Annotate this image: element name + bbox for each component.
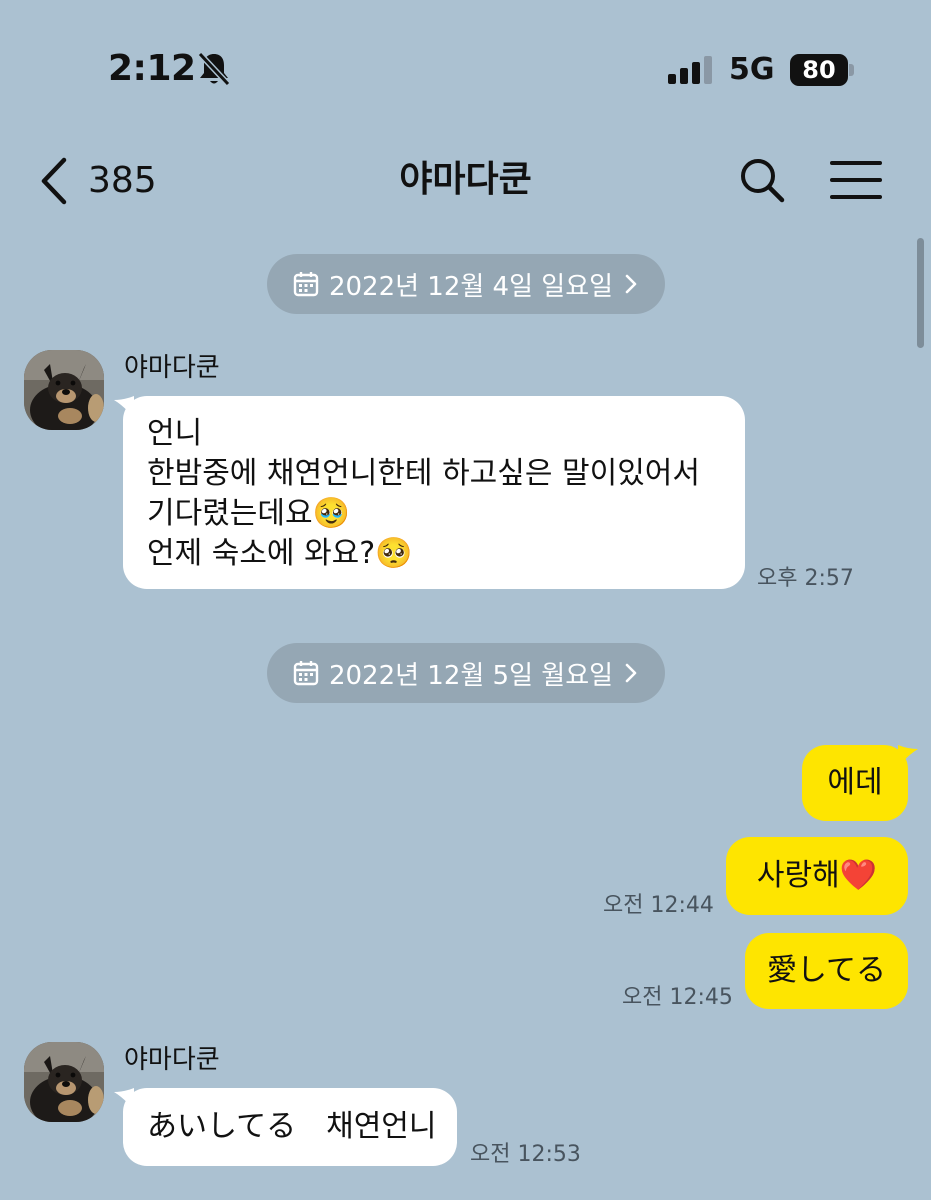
sender-name: 야마다쿤 xyxy=(124,353,220,383)
avatar[interactable] xyxy=(24,1042,104,1122)
menu-icon[interactable] xyxy=(828,158,884,202)
battery-icon: 80 xyxy=(790,54,854,86)
signal-icon xyxy=(668,56,712,84)
sender-name: 야마다쿤 xyxy=(124,1045,220,1075)
message-time: 오전 12:45 xyxy=(622,985,733,1010)
dog-photo xyxy=(24,350,104,430)
battery-level: 80 xyxy=(790,54,848,86)
avatar[interactable] xyxy=(24,350,104,430)
bell-muted-icon xyxy=(197,51,231,87)
date-label: 2022년 12월 5일 월요일 xyxy=(328,660,614,691)
calendar-icon xyxy=(293,661,319,686)
dog-photo xyxy=(24,1042,104,1122)
search-icon[interactable] xyxy=(738,156,786,204)
chat-title: 야마다쿤 xyxy=(399,159,532,200)
message-line: 언니 xyxy=(147,416,203,451)
message-line: 기다렸는데요🥹 xyxy=(147,496,350,531)
message-text: 에데 xyxy=(827,765,883,800)
message-time: 오전 12:44 xyxy=(603,893,714,918)
date-divider[interactable]: 2022년 12월 5일 월요일 xyxy=(267,643,665,703)
message-bubble[interactable]: 언니 한밤중에 채연언니한테 하고싶은 말이있어서 기다렸는데요🥹 언제 숙소에… xyxy=(123,396,745,589)
chevron-right-icon xyxy=(625,663,637,683)
bubble-tail xyxy=(898,745,918,767)
message-time: 오전 12:53 xyxy=(470,1142,581,1167)
status-time: 2:12 xyxy=(108,48,196,89)
message-text: 愛してる xyxy=(766,953,887,988)
message-bubble[interactable]: 愛してる xyxy=(745,933,908,1009)
message-line: 한밤중에 채연언니한테 하고싶은 말이있어서 xyxy=(147,456,701,491)
message-text: あいしてる 채연언니 xyxy=(147,1109,437,1144)
message-line: 언제 숙소에 와요?🥺 xyxy=(147,536,413,571)
message-bubble[interactable]: 에데 xyxy=(802,745,908,821)
message-bubble[interactable]: 사랑해❤️ xyxy=(726,837,908,915)
scrollbar[interactable] xyxy=(917,238,924,348)
message-time: 오후 2:57 xyxy=(757,566,854,591)
network-type: 5G xyxy=(729,52,775,87)
calendar-icon xyxy=(293,272,319,297)
message-bubble[interactable]: あいしてる 채연언니 xyxy=(123,1088,457,1166)
message-text: 사랑해❤️ xyxy=(756,858,878,893)
date-divider[interactable]: 2022년 12월 4일 일요일 xyxy=(267,254,665,314)
chevron-right-icon xyxy=(625,274,637,294)
date-label: 2022년 12월 4일 일요일 xyxy=(328,271,614,302)
